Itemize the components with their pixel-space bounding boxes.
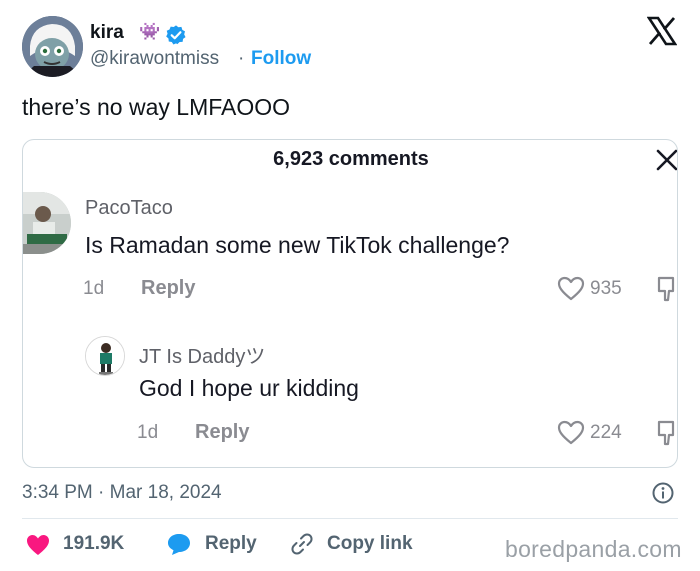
author-handle[interactable]: @kirawontmiss (90, 48, 219, 70)
reply-button[interactable]: Reply (205, 533, 257, 555)
like-count[interactable]: 191.9K (63, 533, 124, 555)
separator-dot: · (238, 48, 245, 69)
comment-username: JT Is Daddyツ (139, 346, 266, 368)
comment-reply-label: Reply (141, 277, 196, 299)
copy-link-button[interactable]: Copy link (327, 533, 413, 555)
commenter-avatar (85, 336, 125, 376)
author-name[interactable]: kira (90, 22, 124, 44)
author-avatar[interactable] (22, 16, 83, 77)
comment-like-count: 935 (590, 278, 622, 299)
link-icon[interactable] (290, 532, 314, 556)
comment-age: 1d (137, 422, 159, 443)
tweet-text: there’s no way LMFAOOO (22, 94, 291, 120)
commenter-avatar (23, 192, 71, 254)
heart-outline-icon (557, 420, 585, 445)
close-icon (656, 149, 677, 171)
verified-badge-icon (166, 25, 186, 45)
info-icon[interactable] (651, 481, 675, 505)
comments-count-title: 6,923 comments (273, 148, 429, 170)
heart-filled-icon[interactable] (26, 534, 50, 556)
alien-emoji-icon: 👾 (139, 22, 161, 41)
heart-outline-icon (557, 276, 585, 301)
reply-bubble-icon[interactable] (166, 532, 192, 556)
divider (22, 518, 678, 519)
embedded-image-card[interactable]: 6,923 comments PacoTaco Is Ramadan some … (22, 139, 678, 468)
comment-like-count: 224 (590, 422, 622, 443)
dislike-icon (657, 420, 675, 446)
x-logo-icon[interactable] (647, 16, 677, 46)
comment-text: Is Ramadan some new TikTok challenge? (85, 232, 510, 258)
comment-text: God I hope ur kidding (139, 375, 359, 401)
comment-username: PacoTaco (85, 197, 173, 219)
comment-age: 1d (83, 278, 105, 299)
follow-button[interactable]: Follow (251, 48, 311, 70)
watermark: boredpanda.com (505, 536, 682, 562)
comment-reply-label: Reply (195, 421, 250, 443)
tweet-timestamp[interactable]: 3:34 PM · Mar 18, 2024 (22, 482, 222, 504)
dislike-icon (657, 276, 675, 302)
